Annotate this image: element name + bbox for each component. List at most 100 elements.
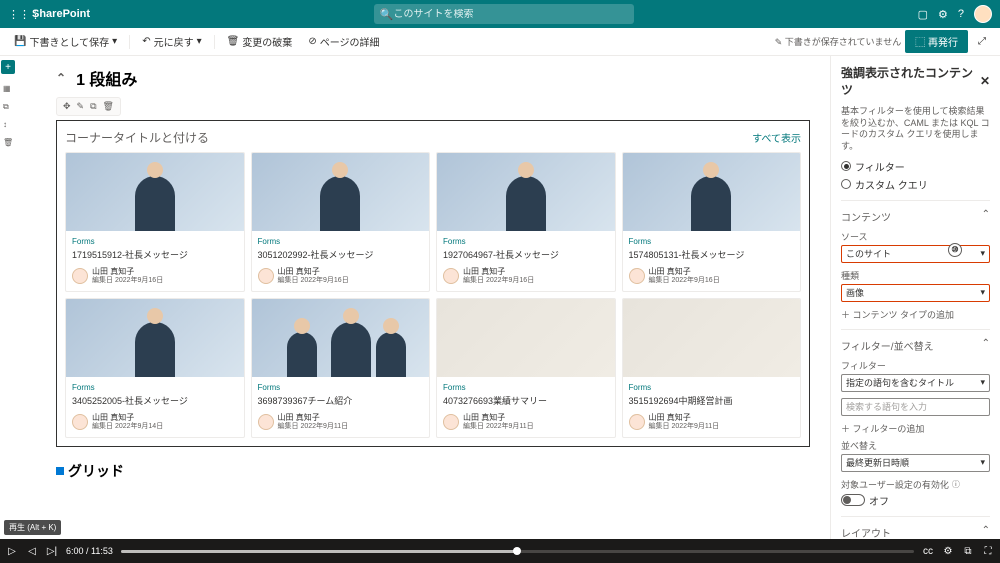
add-filter-link[interactable]: ＋ フィルターの追加: [841, 422, 990, 435]
author-name: 山田 真知子: [649, 413, 720, 423]
audience-toggle[interactable]: [841, 494, 865, 506]
delete-icon[interactable]: 🗑: [3, 138, 13, 148]
content-card[interactable]: Forms 3515192694中期経営計画山田 真知子編集日 2022年9月11…: [622, 298, 802, 438]
edited-date: 編集日 2022年9月16日: [649, 277, 720, 285]
info-icon[interactable]: ⓘ: [952, 479, 960, 490]
pip-icon[interactable]: ⧉: [962, 546, 974, 557]
card-title: 4073276693業績サマリー: [443, 394, 609, 407]
sort-select[interactable]: 最終更新日時順▾: [841, 454, 990, 472]
play-icon[interactable]: ▷: [6, 546, 18, 557]
command-bar: 💾下書きとして保存▾ ↶元に戻す▾ 🗑変更の破棄 ⊘ページの詳細 ✎ 下書きが保…: [0, 28, 1000, 56]
content-card[interactable]: Forms 1719515912-社長メッセージ山田 真知子編集日 2022年9月…: [65, 152, 245, 292]
undo-button[interactable]: ↶元に戻す▾: [136, 31, 207, 52]
author-name: 山田 真知子: [92, 413, 163, 423]
radio-custom-query[interactable]: カスタム クエリ: [841, 177, 990, 192]
save-draft-button[interactable]: 💾下書きとして保存▾: [8, 31, 123, 52]
duplicate-icon[interactable]: ⧉: [90, 101, 96, 112]
next-icon[interactable]: ▷|: [46, 546, 58, 557]
megaphone-icon[interactable]: ▢: [918, 8, 928, 21]
filter-select[interactable]: 指定の語句を含むタイトル▾: [841, 374, 990, 392]
card-title: 1574805131-社長メッセージ: [629, 248, 795, 261]
type-select[interactable]: 画像▾: [841, 284, 990, 302]
author-name: 山田 真知子: [463, 267, 534, 277]
publish-button[interactable]: ⬚ 再発行: [905, 30, 968, 53]
card-title: 1719515912-社長メッセージ: [72, 248, 238, 261]
copy-icon[interactable]: ⧉: [3, 102, 13, 112]
edited-date: 編集日 2022年9月11日: [649, 423, 720, 431]
settings-icon[interactable]: ⚙: [938, 8, 948, 21]
content-card[interactable]: Forms1927064967-社長メッセージ山田 真知子編集日 2022年9月…: [436, 152, 616, 292]
card-thumbnail: [437, 299, 615, 377]
close-pane-icon[interactable]: ✕: [980, 74, 990, 88]
content-card[interactable]: Forms3405252005-社長メッセージ山田 真知子編集日 2022年9月…: [65, 298, 245, 438]
progress-bar[interactable]: [121, 550, 914, 553]
card-thumbnail: [66, 153, 244, 231]
card-thumbnail: [66, 299, 244, 377]
suite-bar: ⋮⋮⋮ SharePoint 🔍 ▢ ⚙ ?: [0, 0, 1000, 28]
video-controls: ▷ ◁ ▷| 6:00 / 11:53 cc ⚙ ⧉ ⛶: [0, 539, 1000, 563]
move-icon[interactable]: ✥: [63, 101, 71, 112]
user-avatar[interactable]: [974, 5, 992, 23]
section-title: 1 段組み: [76, 66, 137, 90]
pane-description: 基本フィルターを使用して検索結果を絞り込むか、CAML または KQL コードの…: [841, 106, 990, 153]
card-thumbnail: [623, 153, 801, 231]
fullscreen-icon[interactable]: ⛶: [982, 546, 994, 557]
waffle-icon[interactable]: ⋮⋮⋮: [8, 8, 28, 21]
add-section-button[interactable]: +: [1, 60, 15, 74]
see-all-link[interactable]: すべて表示: [752, 130, 801, 145]
collapse-icon[interactable]: ⌃: [56, 71, 66, 85]
edited-date: 編集日 2022年9月11日: [463, 423, 534, 431]
author-name: 山田 真知子: [463, 413, 534, 423]
pane-title: 強調表示されたコンテンツ: [841, 64, 980, 98]
edited-date: 編集日 2022年9月11日: [278, 423, 349, 431]
grid-heading: グリッド: [56, 461, 810, 481]
card-title: 3405252005-社長メッセージ: [72, 394, 238, 407]
add-content-type-link[interactable]: ＋ コンテンツ タイプの追加: [841, 308, 990, 321]
card-source: Forms: [443, 383, 609, 392]
card-source: Forms: [258, 383, 424, 392]
card-thumbnail: [437, 153, 615, 231]
prev-icon[interactable]: ◁: [26, 546, 38, 557]
author-avatar: [72, 268, 88, 284]
video-time: 6:00 / 11:53: [66, 546, 113, 556]
card-title: 1927064967-社長メッセージ: [443, 248, 609, 261]
search-input[interactable]: [394, 9, 628, 20]
settings-icon[interactable]: ⚙: [942, 546, 954, 557]
chevron-up-icon[interactable]: ⌃: [982, 209, 990, 224]
card-source: Forms: [443, 237, 609, 246]
webpart-title-input[interactable]: コーナータイトルと付ける: [65, 129, 209, 146]
page-details-button[interactable]: ⊘ページの詳細: [302, 31, 385, 52]
chevron-up-icon[interactable]: ⌃: [982, 338, 990, 353]
search-box[interactable]: 🔍: [374, 4, 634, 24]
content-card[interactable]: Forms3051202992-社長メッセージ山田 真知子編集日 2022年9月…: [251, 152, 431, 292]
delete-wp-icon[interactable]: 🗑: [103, 101, 114, 112]
chevron-up-icon[interactable]: ⌃: [982, 525, 990, 539]
filter-input[interactable]: 検索する語句を入力: [841, 398, 990, 416]
highlighted-content-webpart[interactable]: コーナータイトルと付ける すべて表示 Forms 1719515912-社長メッセ…: [56, 120, 810, 447]
card-source: Forms: [72, 237, 238, 246]
author-avatar: [443, 414, 459, 430]
discard-button[interactable]: 🗑変更の破棄: [221, 31, 299, 52]
card-thumbnail: [252, 299, 430, 377]
radio-filter[interactable]: フィルター: [841, 159, 990, 174]
card-title: 3515192694中期経営計画: [629, 394, 795, 407]
edit-icon[interactable]: ✎: [77, 101, 85, 112]
edited-date: 編集日 2022年9月16日: [92, 277, 163, 285]
content-card[interactable]: Forms1574805131-社長メッセージ山田 真知子編集日 2022年9月…: [622, 152, 802, 292]
author-name: 山田 真知子: [92, 267, 163, 277]
section-icon[interactable]: ▦: [3, 84, 13, 94]
help-icon[interactable]: ?: [958, 8, 964, 20]
move-icon[interactable]: ↕: [3, 120, 13, 130]
webpart-toolbar: ✥ ✎ ⧉ 🗑: [56, 97, 121, 116]
expand-icon[interactable]: ⤢: [972, 33, 992, 50]
card-source: Forms: [258, 237, 424, 246]
card-source: Forms: [72, 383, 238, 392]
content-card[interactable]: Forms3698739367チーム紹介山田 真知子編集日 2022年9月11日: [251, 298, 431, 438]
source-select[interactable]: このサイト▾: [841, 245, 990, 263]
edited-date: 編集日 2022年9月16日: [278, 277, 349, 285]
cc-icon[interactable]: cc: [922, 546, 934, 557]
author-name: 山田 真知子: [278, 413, 349, 423]
content-card[interactable]: Forms 4073276693業績サマリー山田 真知子編集日 2022年9月11…: [436, 298, 616, 438]
card-source: Forms: [629, 383, 795, 392]
author-avatar: [258, 414, 274, 430]
